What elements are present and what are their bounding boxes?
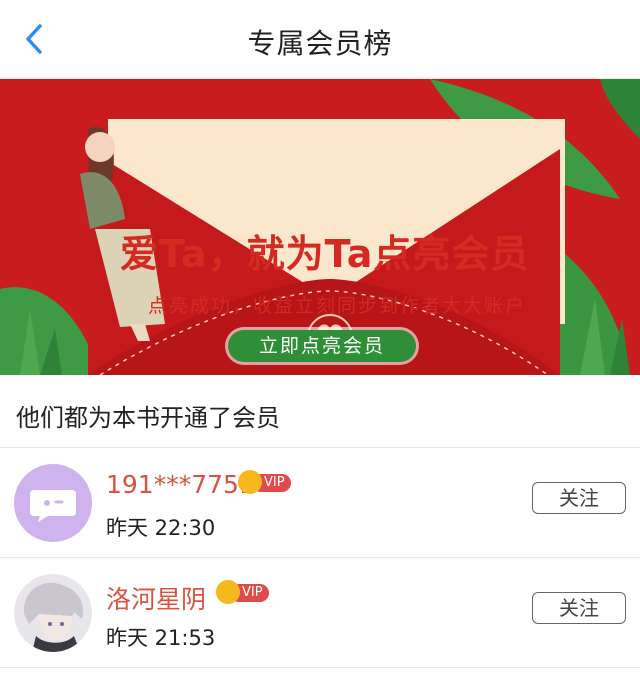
member-time: 昨天 22:30 [106,516,216,540]
vip-promo-banner[interactable]: 爱Ta，就为Ta点亮会员 点亮成功，收益立刻同步到作者大大账户 立即点亮会员 [0,79,640,375]
vip-badge: VIP [238,470,291,494]
crown-icon [238,470,262,494]
follow-button[interactable]: 关注 [532,482,626,514]
light-up-vip-button[interactable]: 立即点亮会员 [228,330,416,362]
member-name: 洛河星阴 [106,585,207,614]
top-nav-bar: 专属会员榜 [0,0,640,79]
member-name: 191***7751 [106,470,255,499]
list-item[interactable]: 191***7751 VIP 昨天 22:30 关注 [0,448,640,558]
vip-badge: VIP [216,580,269,604]
follow-button[interactable]: 关注 [532,592,626,624]
banner-headline: 爱Ta，就为Ta点亮会员 [120,232,530,276]
default-chat-avatar-icon[interactable] [14,464,92,542]
page-title: 专属会员榜 [247,27,393,60]
list-item[interactable]: 洛河星阴 VIP 昨天 21:53 关注 [0,558,640,668]
crown-icon [216,580,240,604]
section-title: 他们都为本书开通了会员 [0,375,640,448]
banner-subline: 点亮成功，收益立刻同步到作者大大账户 [148,295,527,317]
member-time: 昨天 21:53 [106,626,216,650]
anime-character-avatar[interactable] [14,574,92,652]
